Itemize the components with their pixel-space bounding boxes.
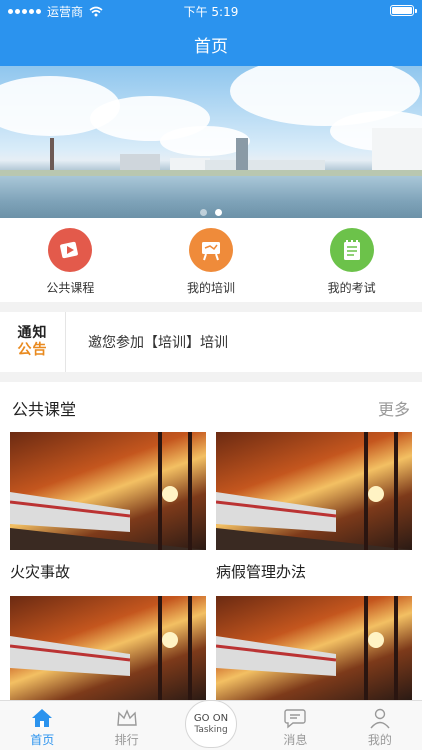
course-card[interactable] [10, 596, 206, 700]
tab-label: 消息 [283, 733, 308, 747]
tab-label: 排行 [114, 733, 139, 747]
carousel-dot [200, 209, 207, 216]
status-bar: 运营商 下午 5:19 [0, 0, 422, 22]
tab-home[interactable]: 首页 [0, 701, 84, 750]
go-on-tasking-button[interactable]: GO ON Tasking [185, 700, 237, 748]
notice-logo-bottom: 公告 [17, 342, 48, 358]
public-class-section: 公共课堂 更多 火灾事故 病假管理办法 [0, 382, 422, 700]
notepad-exam-icon [329, 228, 374, 272]
status-time: 下午 5:19 [183, 5, 239, 19]
carousel-dot-active [215, 209, 222, 216]
tab-label: 我的 [367, 733, 392, 747]
profile-icon [370, 708, 390, 729]
notice-bar[interactable]: 通知 公告 邀您参加【培训】培训 [0, 312, 422, 372]
course-thumbnail [216, 432, 412, 550]
notice-text: 邀您参加【培训】培训 [88, 335, 228, 351]
tab-profile[interactable]: 我的 [338, 701, 422, 750]
quick-action-label: 我的考试 [327, 281, 376, 295]
page-title: 首页 [194, 37, 228, 57]
quick-action-label: 我的培训 [187, 281, 236, 295]
message-icon [284, 709, 307, 729]
section-title: 公共课堂 [12, 400, 77, 419]
course-thumbnail [10, 596, 206, 700]
play-course-icon [48, 228, 93, 272]
center-button-line1: GO ON [193, 712, 229, 724]
tab-label: 首页 [30, 733, 55, 747]
course-card[interactable] [216, 596, 412, 700]
tab-ranking[interactable]: 排行 [84, 701, 168, 750]
section-header: 公共课堂 更多 [0, 382, 422, 430]
quick-actions: 公共课程 我的培训 我的考试 [0, 218, 422, 302]
course-card[interactable]: 病假管理办法 [216, 432, 412, 582]
course-thumbnail [10, 432, 206, 550]
course-title: 火灾事故 [10, 563, 71, 581]
carousel-indicator [0, 209, 422, 216]
easel-training-icon [189, 228, 233, 272]
battery-icon [390, 5, 417, 16]
course-thumbnail [216, 596, 412, 700]
quick-action-label: 公共课程 [46, 281, 95, 295]
banner-carousel[interactable] [0, 66, 422, 218]
quick-action-my-exam[interactable]: 我的考试 [281, 218, 422, 302]
more-link[interactable]: 更多 [378, 396, 410, 420]
quick-action-public-course[interactable]: 公共课程 [0, 218, 141, 302]
app-root: 运营商 下午 5:19 首页 公共课程 我的培训 我的考试 通知 公告 邀您参加… [0, 0, 422, 750]
course-card[interactable]: 火灾事故 [10, 432, 206, 582]
notice-logo: 通知 公告 [0, 312, 66, 372]
course-title: 病假管理办法 [216, 563, 307, 581]
quick-action-my-training[interactable]: 我的培训 [141, 218, 282, 302]
top-bar: 运营商 下午 5:19 首页 [0, 0, 422, 66]
tab-messages[interactable]: 消息 [253, 701, 337, 750]
center-button-line2: Tasking [194, 724, 228, 735]
crown-icon [116, 709, 137, 726]
home-icon [32, 709, 53, 727]
notice-logo-top: 通知 [17, 325, 48, 341]
